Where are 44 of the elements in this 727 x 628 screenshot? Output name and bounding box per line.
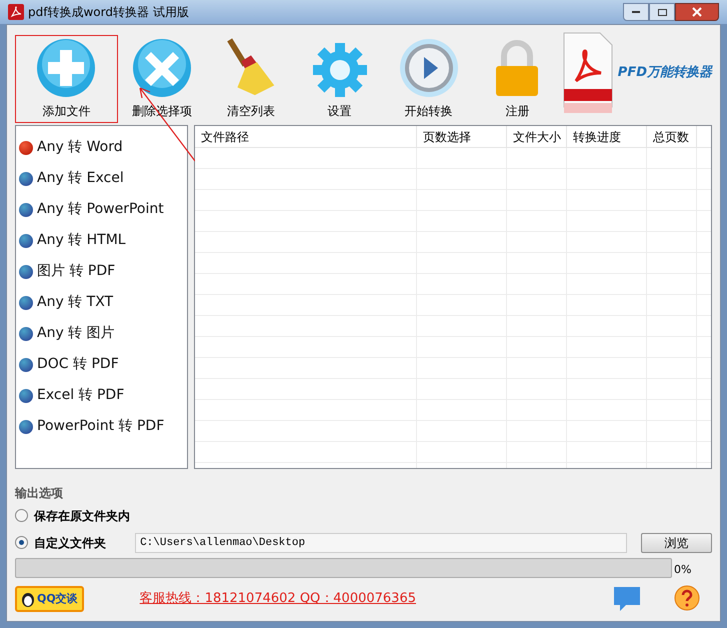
toolbar-button[interactable]: 注册 — [472, 35, 562, 123]
radio-label: 自定义文件夹 — [34, 534, 107, 552]
toolbar-button[interactable]: 添加文件 — [15, 35, 118, 123]
app-logo-icon — [8, 4, 24, 20]
window-title: pdf转换成word转换器 试用版 — [28, 4, 189, 21]
radio-button[interactable] — [15, 509, 28, 522]
close-button[interactable] — [675, 3, 719, 21]
mode-item[interactable]: Any 转 Word — [18, 132, 185, 163]
column-header[interactable]: 文件大小 — [507, 126, 567, 147]
browse-button[interactable]: 浏览 — [640, 532, 712, 552]
settings-icon — [312, 42, 368, 98]
progress-reading: 0% — [674, 562, 692, 578]
column-header[interactable]: 页数选择 — [417, 126, 507, 147]
path-field[interactable]: C:\Users\allenmao\Desktop — [135, 532, 627, 552]
mode-item[interactable]: 图片 转 PDF — [18, 256, 185, 287]
play-icon — [398, 38, 459, 98]
mode-item[interactable]: Any 转 PowerPoint — [18, 194, 185, 225]
column-header[interactable]: 文件路径 — [195, 126, 417, 147]
column-header[interactable]: 转换进度 — [567, 126, 647, 147]
section-title: 输出选项 — [15, 485, 64, 502]
help-icon — [672, 585, 702, 613]
maximize-button[interactable] — [649, 3, 675, 21]
radio-button[interactable] — [15, 536, 28, 549]
mode-item[interactable]: PowerPoint 转 PDF — [18, 411, 185, 442]
column-header[interactable]: 总页数 — [647, 126, 697, 147]
mode-item[interactable]: Any 转 图片 — [18, 318, 185, 349]
mode-item[interactable]: Any 转 TXT — [18, 287, 185, 318]
mode-item[interactable]: Any 转 Excel — [18, 163, 185, 194]
mode-item[interactable]: Any 转 HTML — [18, 225, 185, 256]
brand-label: PFD万能转换器 — [618, 64, 712, 82]
close-icon — [692, 7, 702, 17]
mode-item[interactable]: DOC 转 PDF — [18, 349, 185, 380]
minimize-button[interactable] — [623, 3, 649, 21]
penguin-icon — [21, 591, 35, 607]
qq-chat-button[interactable]: QQ交谈 — [15, 586, 84, 612]
toolbar-button[interactable]: 开始转换 — [384, 35, 473, 123]
chat-bubble-icon — [612, 585, 642, 613]
toolbar-button[interactable]: 设置 — [295, 35, 384, 123]
close-icon — [132, 38, 192, 98]
plus-icon — [36, 38, 96, 98]
toolbar-button[interactable]: 清空列表 — [206, 35, 296, 123]
mode-item[interactable]: Excel 转 PDF — [18, 380, 185, 411]
hotline-link[interactable]: 客服热线：18121074602 QQ：4000076365 — [140, 589, 416, 609]
pdf-file-icon — [562, 31, 614, 115]
